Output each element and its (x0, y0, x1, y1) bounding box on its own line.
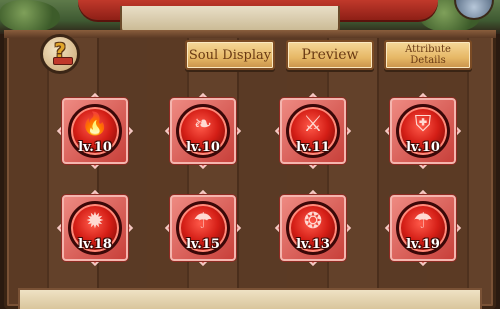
leaf-decoration-left (0, 0, 60, 32)
soul-slot-7[interactable]: ❂ lv.13 (274, 189, 352, 267)
soul-level: lv.11 (296, 140, 330, 155)
soul-slot-8[interactable]: ☂ lv.19 (384, 189, 462, 267)
soul-slot-1[interactable]: 🔥 lv.10 (56, 92, 134, 170)
mushroom-icon: ☂ (193, 208, 213, 234)
soul-slot-2[interactable]: ❧ lv.10 (164, 92, 242, 170)
soul-level: lv.13 (296, 237, 330, 252)
soul-slot-5[interactable]: ✹ lv.18 (56, 189, 134, 267)
book-icon (53, 57, 73, 65)
attribute-details-button[interactable]: Attribute Details (384, 40, 472, 70)
bottom-parchment (18, 288, 482, 309)
soul-slot-6[interactable]: ☂ lv.15 (164, 189, 242, 267)
armor-icon: ⛨ (414, 111, 432, 137)
preview-button[interactable]: Preview (286, 40, 374, 70)
soul-level: lv.19 (406, 237, 440, 252)
help-button[interactable]: ? (40, 34, 80, 74)
soul-level: lv.15 (186, 237, 220, 252)
soul-level: lv.18 (78, 237, 112, 252)
soul-level: lv.10 (406, 140, 440, 155)
panel-rim (4, 30, 496, 38)
soul-level: lv.10 (186, 140, 220, 155)
soul-slot-3[interactable]: ⚔ lv.11 (274, 92, 352, 170)
soul-slot-4[interactable]: ⛨ lv.10 (384, 92, 462, 170)
soul-level: lv.10 (78, 140, 112, 155)
spiky-creature-icon: ❂ (303, 208, 323, 234)
soul-panel (4, 30, 496, 309)
soul-display-button[interactable]: Soul Display (185, 40, 275, 70)
burst-icon: ✹ (85, 208, 105, 234)
attribute-details-label: Attribute Details (405, 44, 451, 66)
flame-icon: 🔥 (81, 111, 109, 137)
feather-icon: ❧ (193, 111, 213, 137)
mushroom-icon: ☂ (413, 208, 433, 234)
sword-icon: ⚔ (303, 111, 323, 137)
